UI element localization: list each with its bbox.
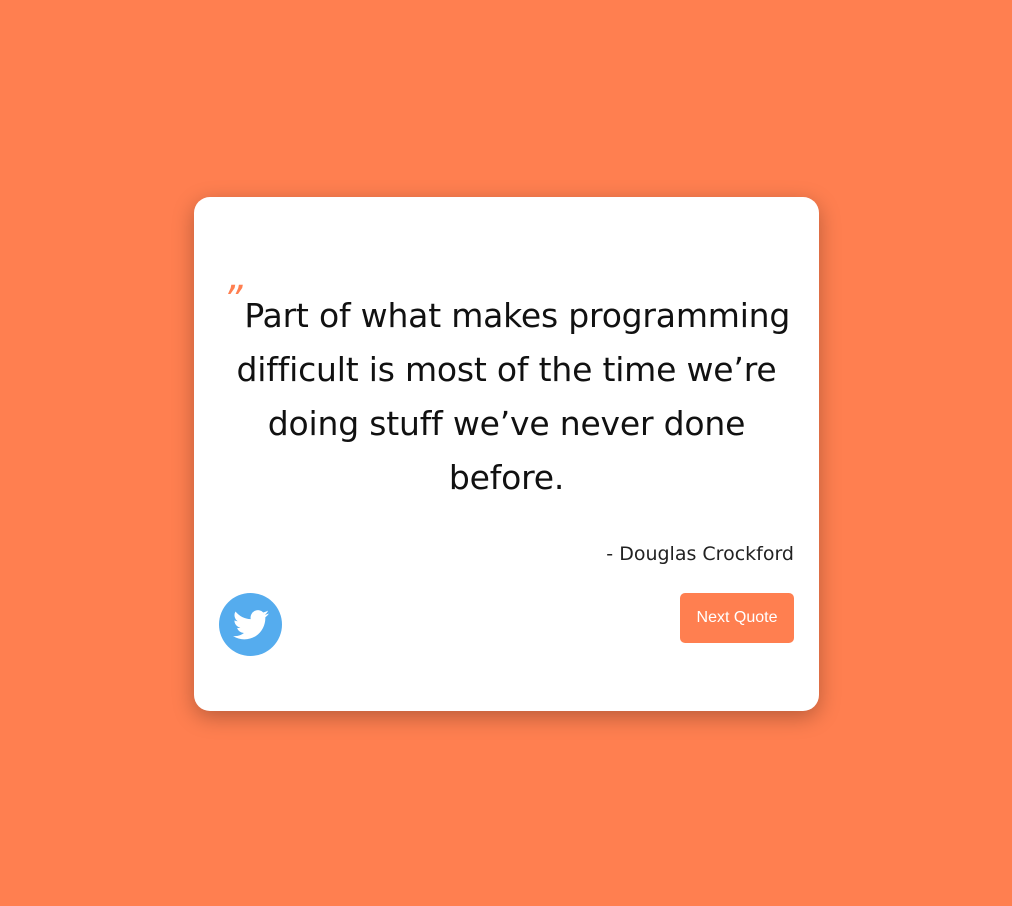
twitter-bird-icon xyxy=(232,609,269,639)
quote-card: ”Part of what makes programming difficul… xyxy=(194,197,819,711)
quote-text: Part of what makes programming difficult… xyxy=(236,296,791,497)
tweet-button[interactable] xyxy=(219,593,282,656)
next-quote-button[interactable]: Next Quote xyxy=(680,593,794,643)
quote-mark-icon: ” xyxy=(222,278,243,322)
quote-author: - Douglas Crockford xyxy=(606,543,794,565)
quote-text-block: ”Part of what makes programming difficul… xyxy=(210,278,803,505)
